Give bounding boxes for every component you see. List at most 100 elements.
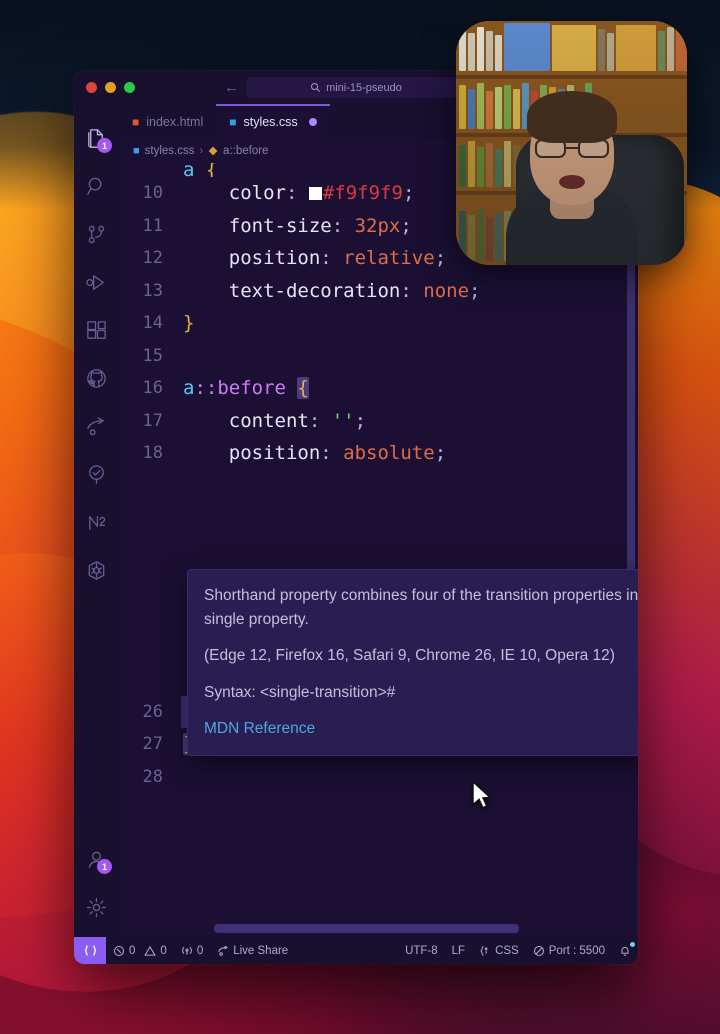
code-line: 18 position: absolute;: [119, 437, 638, 470]
remote-window-button[interactable]: [74, 937, 106, 964]
language-braces-icon: [480, 945, 488, 956]
close-button[interactable]: [86, 82, 97, 93]
status-port[interactable]: Port : 5500: [526, 937, 612, 964]
sidebar-item-accounts[interactable]: 1: [74, 835, 119, 883]
line-number: 15: [142, 345, 163, 366]
live-server-circle-slash-icon: [533, 945, 544, 956]
sidebar-item-live-share[interactable]: [74, 402, 119, 450]
line-number: 17: [142, 410, 163, 431]
hover-syntax: Syntax: <single-transition>#: [204, 683, 396, 701]
code-line: 16 a::before {: [119, 372, 638, 405]
error-count: 0: [129, 944, 136, 957]
status-bar: 0 0 0 Live Share UTF-8 LF CSS Port: 550…: [74, 937, 638, 964]
sidebar-item-manage-settings[interactable]: [74, 883, 119, 931]
github-icon: [87, 368, 106, 388]
sidebar-item-run-and-debug[interactable]: [74, 258, 119, 306]
code-editor[interactable]: a { 10 color: #f9f9f9; 11 font-size: 32p…: [119, 163, 638, 937]
ports-count: 0: [196, 944, 204, 957]
line-number: 16: [142, 378, 163, 398]
symbol-icon: ❖: [208, 145, 219, 158]
breadcrumb-file[interactable]: styles.css: [145, 145, 195, 157]
warning-count: 0: [160, 944, 167, 957]
minimize-button[interactable]: [105, 82, 116, 93]
line-number: 28: [142, 766, 163, 787]
line-number: 18: [142, 443, 163, 463]
tab-label: styles.css: [243, 114, 298, 129]
sidebar-item-testing[interactable]: [74, 450, 119, 498]
notification-dot: [630, 942, 635, 947]
live-share-icon: [87, 416, 104, 435]
port-label: Port : 5500: [548, 944, 605, 957]
tab-label: index.html: [146, 114, 204, 129]
breadcrumb-symbol[interactable]: a::before: [223, 145, 268, 157]
webcam-overlay: [456, 21, 687, 265]
status-eol[interactable]: LF: [445, 937, 472, 964]
hover-compatibility: (Edge 12, Firefox 16, Safari 9, Chrome 2…: [204, 647, 615, 665]
breadcrumb-separator: ›: [199, 145, 204, 157]
html5-icon: ■: [132, 114, 140, 129]
workspace-title: mini-15-pseudo: [326, 81, 402, 94]
code-line: 13 text-decoration: none;: [119, 275, 638, 308]
search-icon: [311, 82, 321, 93]
cursor-arrow-icon: [472, 780, 492, 809]
tab-index-html[interactable]: ■ index.html: [119, 104, 216, 139]
gear-icon: [86, 897, 107, 917]
remote-window-icon: [84, 945, 96, 956]
activity-bar: 1 1: [74, 104, 119, 937]
sidebar-item-explorer[interactable]: 1: [74, 114, 119, 162]
error-icon: [113, 945, 125, 956]
n2-icon: [89, 515, 106, 530]
color-swatch[interactable]: [308, 187, 322, 200]
status-encoding[interactable]: UTF-8: [398, 937, 445, 964]
line-number: 13: [142, 280, 163, 301]
line-number: 26: [142, 701, 163, 722]
testing-beaker-icon: [89, 464, 104, 484]
activity-bar-bottom: 1: [74, 835, 119, 937]
code-line: 15: [119, 340, 638, 373]
ports-radio-tower-icon: [181, 946, 192, 955]
window-controls[interactable]: [74, 82, 135, 93]
mdn-reference-link[interactable]: MDN Reference: [204, 720, 315, 737]
sidebar-item-search[interactable]: [74, 162, 119, 210]
accounts-badge: 1: [97, 859, 112, 874]
code-line: 17 content: '';: [119, 405, 638, 438]
line-number: 11: [142, 215, 163, 236]
extensions-icon: [87, 320, 106, 339]
source-control-icon: [88, 225, 105, 243]
tab-styles-css[interactable]: ■ styles.css: [216, 104, 331, 139]
run-debug-icon: [86, 274, 104, 290]
unsaved-indicator[interactable]: [308, 117, 317, 126]
line-number: 12: [142, 248, 163, 268]
line-number: 14: [142, 313, 163, 333]
encoding-label: UTF-8: [405, 944, 438, 957]
hover-tooltip: Shorthand property combines four of the …: [187, 569, 638, 756]
command-center-search[interactable]: mini-15-pseudo: [246, 77, 466, 98]
status-live-share[interactable]: Live Share: [210, 937, 295, 964]
maximize-button[interactable]: [124, 82, 135, 93]
mouse-cursor: [470, 780, 493, 822]
sidebar-item-extensions[interactable]: [74, 306, 119, 354]
status-notifications[interactable]: [612, 937, 638, 964]
code-line: 14 }: [119, 307, 638, 340]
css3-icon: ■: [133, 145, 140, 157]
explorer-badge: 1: [97, 138, 112, 153]
sidebar-item-n2[interactable]: [74, 498, 119, 546]
search-icon: [87, 177, 102, 195]
status-problems[interactable]: 0 0: [106, 937, 174, 964]
hover-description: Shorthand property combines four of the …: [204, 587, 638, 628]
bell-icon: [621, 946, 629, 956]
status-language-mode[interactable]: CSS: [472, 937, 526, 964]
sidebar-item-github[interactable]: [74, 354, 119, 402]
code-line: 28: [119, 761, 638, 794]
sidebar-item-kubernetes[interactable]: [74, 546, 119, 594]
status-ports[interactable]: 0: [174, 937, 210, 964]
sidebar-item-source-control[interactable]: [74, 210, 119, 258]
kubernetes-icon: [88, 560, 105, 580]
language-label: CSS: [495, 944, 519, 957]
line-number: 27: [142, 734, 163, 754]
warning-icon: [144, 945, 157, 956]
eol-label: LF: [451, 944, 466, 957]
editor-horizontal-scrollbar[interactable]: [214, 924, 519, 933]
back-arrow-icon[interactable]: ←: [224, 79, 239, 96]
live-share-label: Live Share: [233, 944, 289, 957]
